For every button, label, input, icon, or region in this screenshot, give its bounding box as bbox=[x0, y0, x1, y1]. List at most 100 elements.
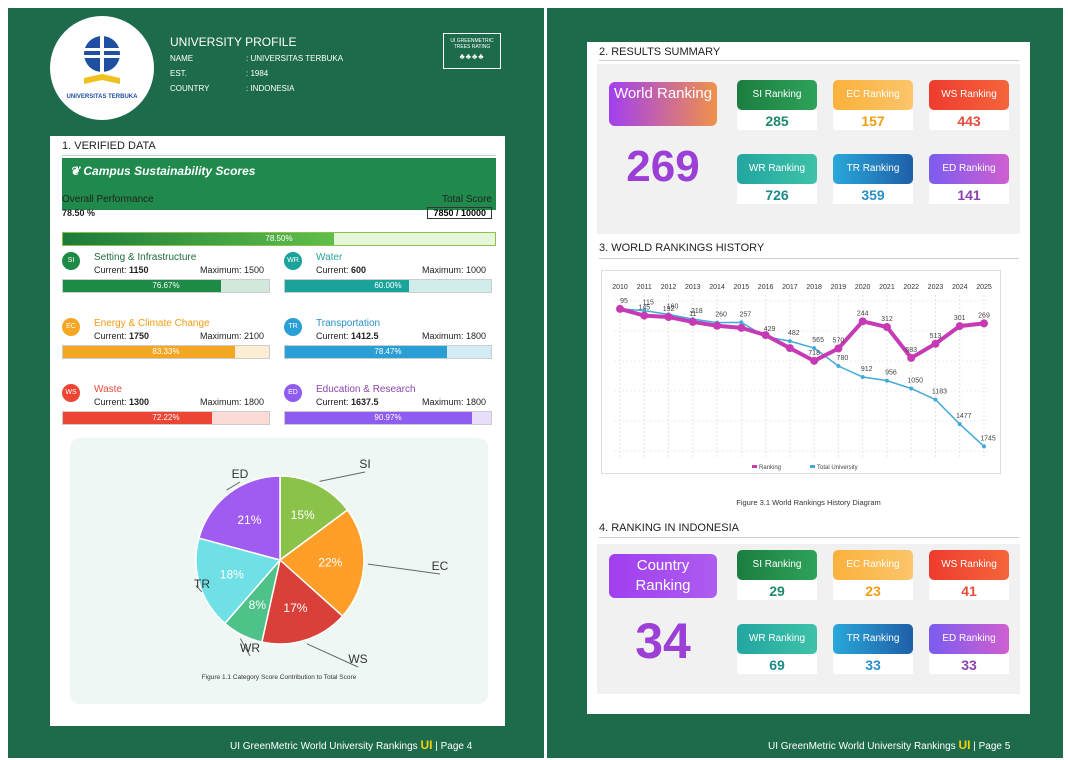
overall-value: 78.50 % bbox=[62, 208, 96, 218]
profile-key: NAME bbox=[170, 54, 194, 63]
pie-category-label: SI bbox=[359, 457, 370, 471]
ranking-label: TR Ranking bbox=[833, 624, 913, 654]
country-ranking-panel: Country Ranking 34 SI Ranking 29 EC Rankin… bbox=[597, 544, 1020, 694]
data-point bbox=[860, 375, 865, 379]
ranking-value: 359 bbox=[833, 184, 913, 204]
total-value: 7850 / 10000 bbox=[427, 207, 492, 219]
current-value: 600 bbox=[351, 265, 367, 275]
point-value-label: 1183 bbox=[932, 389, 947, 396]
metric-current: Current: 1412.5 bbox=[316, 331, 379, 341]
ui-greenmetric-logo: UI bbox=[420, 738, 433, 752]
pie-category-label: ED bbox=[232, 467, 249, 481]
data-point bbox=[640, 311, 649, 320]
metric-progress-bar: 76.67% bbox=[62, 279, 270, 293]
metric-name: Setting & Infrastructure bbox=[94, 252, 197, 263]
report-page-5: 2. RESULTS SUMMARY World Ranking 269 SI … bbox=[547, 8, 1063, 758]
metric-progress-label: 78.47% bbox=[374, 347, 402, 356]
point-value-label: 269 bbox=[978, 312, 990, 319]
metric-maximum: Maximum: 1800 bbox=[199, 397, 264, 407]
ranking-value: 33 bbox=[929, 654, 1009, 674]
point-value-label: 956 bbox=[885, 370, 897, 377]
legend-entry: Total University bbox=[817, 465, 858, 471]
x-tick-label: 2012 bbox=[661, 284, 677, 291]
data-point bbox=[931, 339, 940, 348]
point-value-label: 513 bbox=[930, 333, 942, 340]
university-logo: UNIVERSITAS TERBUKA bbox=[50, 16, 154, 120]
metric-progress-bar: 60.00% bbox=[284, 279, 492, 293]
overall-progress-bar: 78.50% bbox=[62, 232, 496, 246]
data-point bbox=[834, 344, 843, 353]
ranking-label: EC Ranking bbox=[833, 80, 913, 110]
world-ranking-label: World Ranking bbox=[609, 82, 717, 126]
metric-wr: WR Water Current: 600 Maximum: 1000 60.0… bbox=[284, 252, 496, 312]
x-tick-label: 2019 bbox=[831, 284, 847, 291]
ranking-ws: WS Ranking 443 bbox=[929, 80, 1009, 130]
data-point bbox=[858, 317, 867, 326]
data-point bbox=[616, 304, 624, 313]
metric-ec: EC Energy & Climate Change Current: 1750… bbox=[62, 318, 274, 378]
metric-progress-label: 90.97% bbox=[374, 413, 402, 422]
metric-maximum: Maximum: 1000 bbox=[421, 265, 486, 275]
category-icon: EC bbox=[62, 318, 80, 336]
rankings-history-chart: 2010 2011 2012 2013 2014 2015 2016 2017 2018 2019… bbox=[612, 284, 996, 471]
metric-name: Water bbox=[316, 252, 343, 263]
point-value-label: 11 bbox=[689, 311, 696, 318]
page-number: | Page 4 bbox=[435, 741, 473, 752]
point-value-label: 482 bbox=[788, 330, 800, 337]
data-point bbox=[737, 323, 746, 332]
metric-ws: WS Waste Current: 1300 Maximum: 1800 72.… bbox=[62, 384, 274, 444]
ranking-value: 33 bbox=[833, 654, 913, 674]
data-point bbox=[761, 331, 770, 340]
current-label: Current: bbox=[316, 265, 349, 275]
total-label: Total Score bbox=[441, 194, 492, 205]
point-value-label: 257 bbox=[739, 311, 751, 318]
point-value-label: 260 bbox=[715, 312, 727, 319]
pie-category-label: TR bbox=[194, 577, 210, 591]
category-pie-chart: 15% SI 22% EC 17% WS 8% WR 18% TR 21% ED bbox=[194, 457, 449, 668]
metric-progress-bar: 72.22% bbox=[62, 411, 270, 425]
ranking-label: WS Ranking bbox=[929, 80, 1009, 110]
pie-value-label: 15% bbox=[291, 508, 315, 522]
ranking-value: 726 bbox=[737, 184, 817, 204]
metric-tr: TR Transportation Current: 1412.5 Maximu… bbox=[284, 318, 496, 378]
data-point bbox=[982, 444, 986, 449]
results-card: 2. RESULTS SUMMARY World Ranking 269 SI … bbox=[587, 42, 1030, 714]
page-number: | Page 5 bbox=[973, 741, 1011, 752]
ranking-value: 23 bbox=[833, 580, 913, 600]
data-point bbox=[787, 339, 792, 344]
profile-row-name: NAME: UNIVERSITAS TERBUKA bbox=[170, 54, 343, 63]
data-point bbox=[739, 320, 744, 325]
series-line-total-university bbox=[619, 308, 985, 447]
x-tick-label: 2023 bbox=[928, 284, 944, 291]
ranking-label: SI Ranking bbox=[737, 80, 817, 110]
profile-value: : INDONESIA bbox=[246, 84, 295, 93]
report-page-4: UNIVERSITAS TERBUKA UNIVERSITY PROFILE N… bbox=[8, 8, 544, 758]
section-divider bbox=[599, 258, 1019, 259]
world-ranking-panel: World Ranking 269 SI Ranking 285 EC Rankin… bbox=[597, 64, 1020, 234]
point-value-label: 912 bbox=[861, 366, 873, 373]
metric-current: Current: 1637.5 bbox=[316, 397, 379, 407]
point-value-label: 718 bbox=[808, 350, 820, 357]
scores-heading-text: Campus Sustainability Scores bbox=[83, 164, 256, 178]
ranking-wr: WR Ranking 69 bbox=[737, 624, 817, 674]
data-point bbox=[688, 317, 697, 326]
point-value-label: 1050 bbox=[907, 378, 923, 385]
current-label: Current: bbox=[94, 397, 127, 407]
metric-progress-label: 60.00% bbox=[374, 281, 402, 290]
pie-value-label: 21% bbox=[237, 513, 261, 527]
pie-chart-panel: 15% SI 22% EC 17% WS 8% WR 18% TR 21% ED Figure 1.1… bbox=[70, 438, 488, 704]
ranking-label: WS Ranking bbox=[929, 550, 1009, 580]
metric-ed: ED Education & Research Current: 1637.5 … bbox=[284, 384, 496, 444]
data-point bbox=[713, 321, 722, 330]
overall-progress-label: 78.50% bbox=[265, 234, 293, 243]
ranking-value: 29 bbox=[737, 580, 817, 600]
x-tick-label: 2010 bbox=[612, 284, 628, 291]
data-point bbox=[957, 422, 962, 427]
point-value-label: 565 bbox=[812, 337, 824, 344]
pie-value-label: 18% bbox=[220, 568, 244, 582]
ranking-ed: ED Ranking 141 bbox=[929, 154, 1009, 204]
pie-category-label: EC bbox=[432, 559, 449, 573]
metric-name: Transportation bbox=[316, 318, 381, 329]
pie-category-label: WS bbox=[348, 652, 367, 666]
ui-greenmetric-logo: UI bbox=[958, 738, 971, 752]
